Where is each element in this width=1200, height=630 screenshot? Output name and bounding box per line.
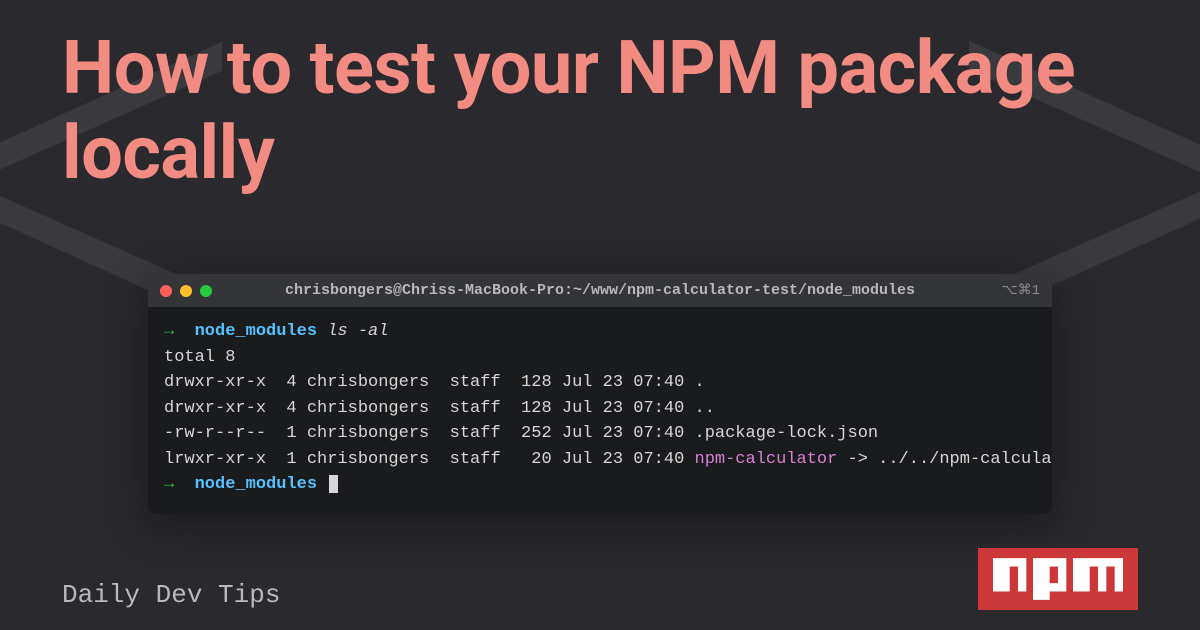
terminal-symlink-arrow: ->	[837, 450, 878, 469]
terminal-window: chrisbongers@Chriss-MacBook-Pro:~/www/np…	[148, 274, 1052, 514]
terminal-output-line: drwxr-xr-x 4 chrisbongers staff 128 Jul …	[164, 399, 715, 418]
traffic-lights	[160, 285, 212, 297]
terminal-title: chrisbongers@Chriss-MacBook-Pro:~/www/np…	[148, 282, 1052, 299]
terminal-symlink-name: npm-calculator	[695, 450, 838, 469]
terminal-output-line: drwxr-xr-x 4 chrisbongers staff 128 Jul …	[164, 373, 705, 392]
prompt-arrow-icon: →	[164, 322, 174, 341]
terminal-titlebar: chrisbongers@Chriss-MacBook-Pro:~/www/np…	[148, 274, 1052, 307]
minimize-icon[interactable]	[180, 285, 192, 297]
npm-logo-icon	[993, 554, 1123, 604]
terminal-output-total: total 8	[164, 348, 235, 367]
cursor-icon	[329, 475, 338, 493]
terminal-command: ls -al	[327, 322, 388, 341]
prompt-directory: node_modules	[195, 475, 317, 494]
footer-brand: Daily Dev Tips	[62, 580, 280, 610]
maximize-icon[interactable]	[200, 285, 212, 297]
close-icon[interactable]	[160, 285, 172, 297]
npm-logo	[978, 548, 1138, 610]
terminal-output-line: -rw-r--r-- 1 chrisbongers staff 252 Jul …	[164, 424, 878, 443]
terminal-pane-indicator: ⌥⌘1	[1001, 282, 1040, 299]
terminal-symlink-target: ../../npm-calculator	[878, 450, 1052, 469]
prompt-arrow-icon: →	[164, 475, 174, 494]
prompt-directory: node_modules	[195, 322, 317, 341]
terminal-body[interactable]: → node_modules ls -al total 8 drwxr-xr-x…	[148, 307, 1052, 514]
terminal-output-line-pre: lrwxr-xr-x 1 chrisbongers staff 20 Jul 2…	[164, 450, 695, 469]
page-title: How to test your NPM package locally	[62, 26, 1200, 196]
